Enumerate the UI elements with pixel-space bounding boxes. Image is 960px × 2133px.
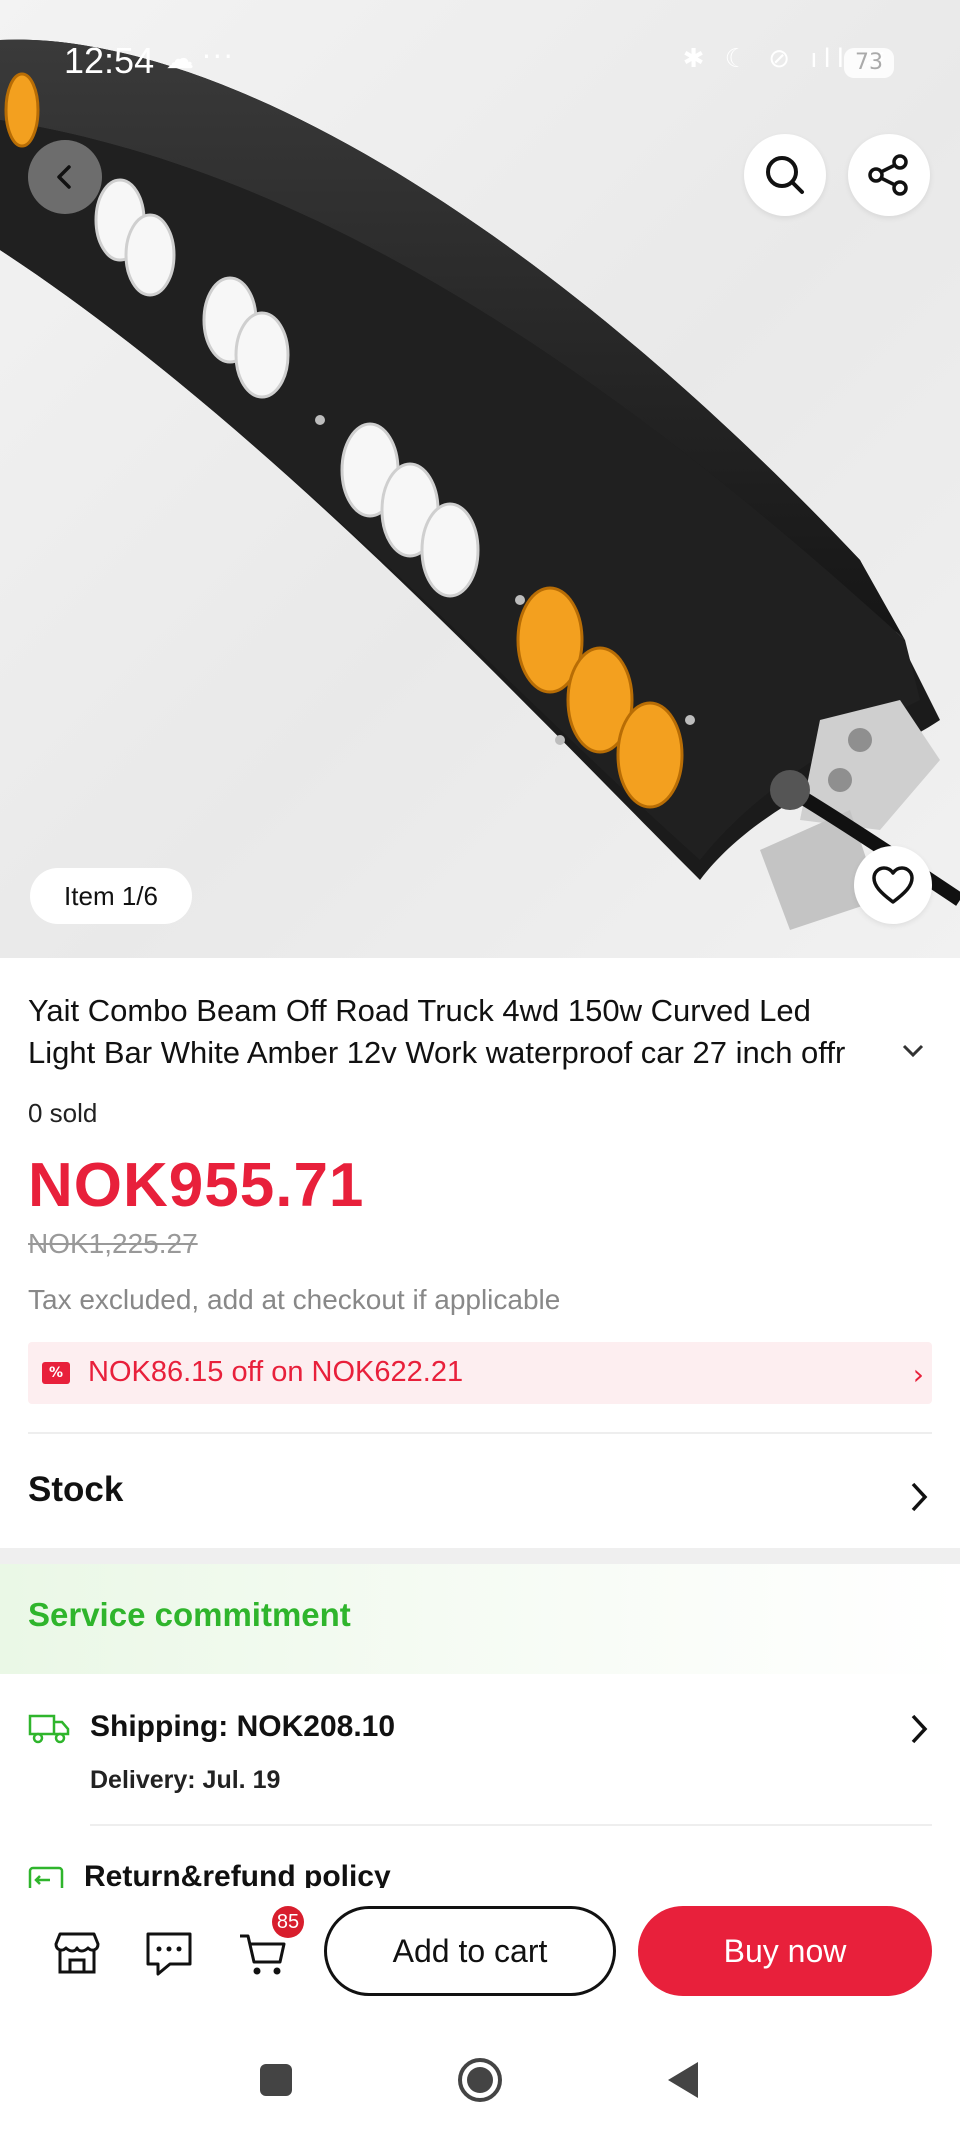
tax-note: Tax excluded, add at checkout if applica… bbox=[28, 1284, 561, 1315]
back-icon bbox=[57, 165, 71, 189]
share-icon bbox=[868, 154, 908, 196]
shipping-cost[interactable]: Shipping: NOK208.10 bbox=[90, 1710, 395, 1744]
truck-icon bbox=[28, 1714, 70, 1744]
product-image[interactable]: 12:54 ☁ ··· ✱ ☾ ⊘ ıll ≋ 73 Item 1/6 bbox=[0, 0, 960, 958]
chat-icon[interactable] bbox=[142, 1926, 196, 1980]
coupon-icon: % bbox=[42, 1362, 70, 1384]
nav-home-icon[interactable] bbox=[456, 2056, 504, 2104]
status-bar: 12:54 ☁ ··· ✱ ☾ ⊘ ıll ≋ 73 bbox=[0, 40, 960, 88]
nav-back-icon[interactable] bbox=[662, 2058, 702, 2102]
chevron-down-icon bbox=[902, 1044, 924, 1058]
heart-icon bbox=[872, 866, 914, 904]
led-light-bar-illustration bbox=[0, 39, 960, 930]
store-icon[interactable] bbox=[50, 1926, 104, 1980]
expand-title-button[interactable] bbox=[900, 1040, 926, 1064]
cart-count-badge: 85 bbox=[272, 1906, 304, 1938]
cloud-icon: ☁ bbox=[166, 42, 194, 75]
system-navigation-bar bbox=[0, 2040, 960, 2133]
search-icon bbox=[766, 156, 804, 194]
coupon-text: NOK86.15 off on NOK622.21 bbox=[88, 1356, 464, 1388]
delivery-date: Delivery: Jul. 19 bbox=[90, 1766, 281, 1794]
wishlist-button[interactable] bbox=[854, 846, 932, 924]
product-title-line1: Yait Combo Beam Off Road Truck 4wd 150w … bbox=[28, 993, 811, 1028]
nav-square-icon[interactable] bbox=[256, 2060, 296, 2100]
service-heading: Service commitment bbox=[28, 1596, 351, 1633]
back-button[interactable] bbox=[28, 140, 102, 214]
image-counter: Item 1/6 bbox=[30, 868, 192, 924]
stock-chevron-right-icon[interactable] bbox=[908, 1480, 930, 1518]
buy-now-button[interactable]: Buy now bbox=[638, 1906, 932, 1996]
add-to-cart-button[interactable]: Add to cart bbox=[324, 1906, 616, 1996]
chevron-right-icon: › bbox=[912, 1358, 924, 1391]
search-button[interactable] bbox=[744, 134, 826, 216]
product-title[interactable]: Yait Combo Beam Off Road Truck 4wd 150w … bbox=[28, 990, 908, 1074]
share-button[interactable] bbox=[848, 134, 930, 216]
more-dots-icon: ··· bbox=[202, 40, 235, 73]
stock-row[interactable]: Stock bbox=[28, 1470, 123, 1510]
battery-indicator: 73 bbox=[844, 48, 894, 78]
divider bbox=[90, 1824, 932, 1826]
coupon-banner[interactable]: % NOK86.15 off on NOK622.21 › bbox=[28, 1342, 932, 1404]
section-separator bbox=[0, 1548, 960, 1564]
status-time: 12:54 bbox=[64, 40, 155, 81]
sold-count: 0 sold bbox=[28, 1098, 98, 1128]
original-price: NOK1,225.27 bbox=[28, 1228, 198, 1259]
service-commitment-banner: Service commitment bbox=[0, 1564, 960, 1674]
product-title-line2: Light Bar White Amber 12v Work waterproo… bbox=[28, 1035, 846, 1070]
current-price: NOK955.71 bbox=[28, 1151, 365, 1220]
shipping-chevron-right-icon[interactable] bbox=[908, 1712, 930, 1750]
divider bbox=[28, 1432, 932, 1434]
